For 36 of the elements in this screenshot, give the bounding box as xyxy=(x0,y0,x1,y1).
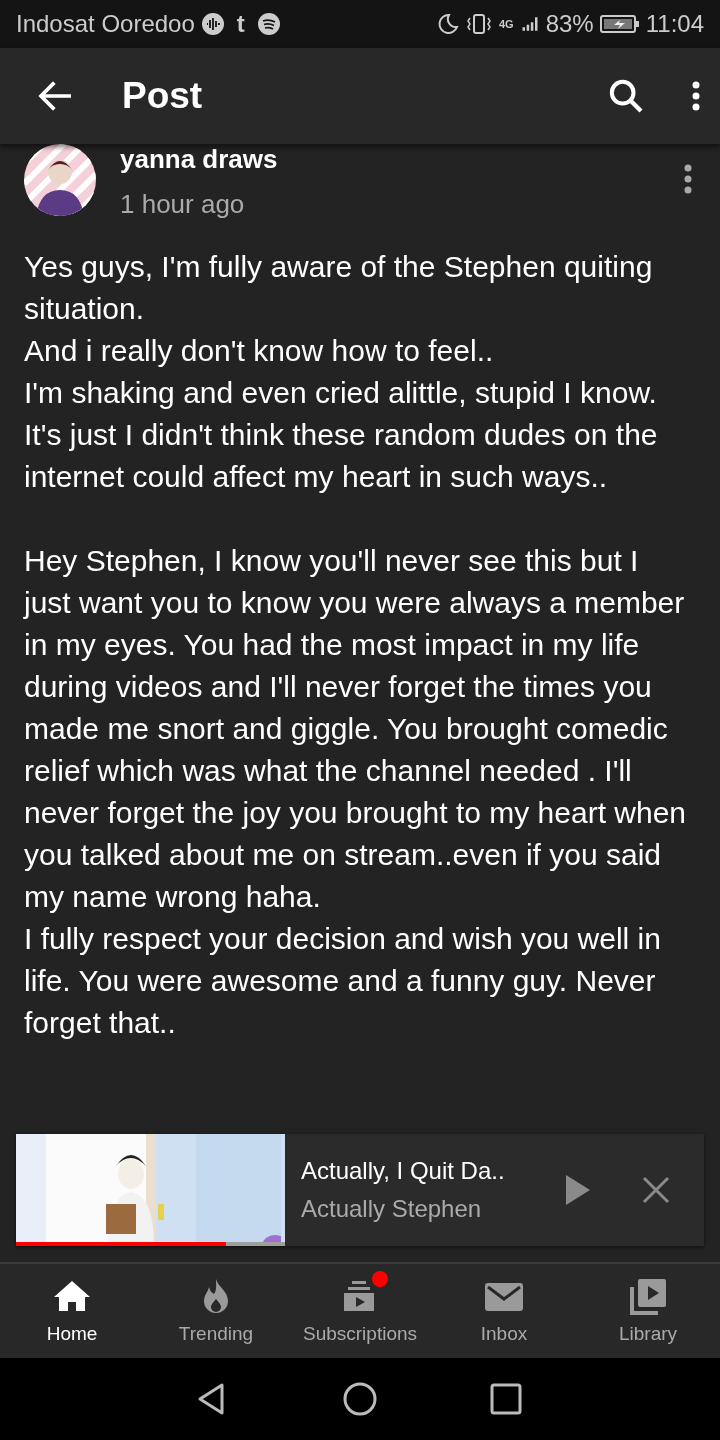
nav-tab[interactable]: Subscriptions xyxy=(288,1264,432,1358)
sound-wave-icon xyxy=(200,12,225,36)
post-paragraph: Yes guys, I'm fully aware of the Stephen quiting situation. xyxy=(24,249,654,327)
video-title[interactable]: Actually, I Quit Da.. xyxy=(301,1157,566,1185)
post-paragraph: Hey Stephen, I know you'll never see this but I just want you to know you were always a member in my eyes. You had the most impact in my life during videos and I'll never forget the times you made me snort and giggle. You brought comedic relief which was what the channel needed . I'll never forget the joy you brought to my heart when you talked about me on stream..even if you said my name wrong haha. xyxy=(24,543,688,915)
recents-button[interactable] xyxy=(488,1381,524,1417)
more-button[interactable] xyxy=(692,81,700,111)
channel-name: Actually Stephen xyxy=(301,1195,483,1223)
nav-tab[interactable]: Inbox xyxy=(432,1264,576,1358)
carrier-name: Indosat Ooredoo xyxy=(16,10,195,38)
nav-tab[interactable]: Library xyxy=(576,1264,720,1358)
post-paragraph: I fully respect your decision and wish you well in life. You were awesome and a funny guy. Never forget that.. xyxy=(24,921,662,1041)
author-name[interactable]: yanna draws xyxy=(120,144,680,175)
post-paragraph: And i really don't know how to feel.. xyxy=(24,333,495,369)
more-icon xyxy=(692,81,700,111)
battery-charging-icon xyxy=(599,12,640,36)
music-app-icon xyxy=(256,12,281,36)
page-title: Post xyxy=(122,75,204,117)
battery-percent: 83% xyxy=(545,10,594,38)
post-paragraph: I'm shaking and even cried alittle, stupid I know. It's just I didn't think these random dudes on the internet could affect my heart in such ways.. xyxy=(24,375,659,495)
play-button[interactable] xyxy=(566,1175,590,1205)
square-icon xyxy=(488,1381,524,1417)
app-glyph: t xyxy=(236,10,245,38)
nav-tab[interactable]: Home xyxy=(0,1264,144,1358)
home-button[interactable] xyxy=(342,1381,378,1417)
home-circle-icon xyxy=(342,1381,378,1417)
vibrate-icon xyxy=(465,12,493,36)
more-icon xyxy=(684,164,692,194)
network-type: 4G xyxy=(499,19,514,29)
nav-tab[interactable]: Trending xyxy=(144,1264,288,1358)
post-time: 1 hour ago xyxy=(120,189,246,220)
play-icon xyxy=(566,1175,590,1205)
clock-time: 11:04 xyxy=(645,10,704,38)
close-button[interactable] xyxy=(642,1176,670,1204)
close-icon xyxy=(642,1176,670,1204)
library-icon xyxy=(628,1277,668,1317)
